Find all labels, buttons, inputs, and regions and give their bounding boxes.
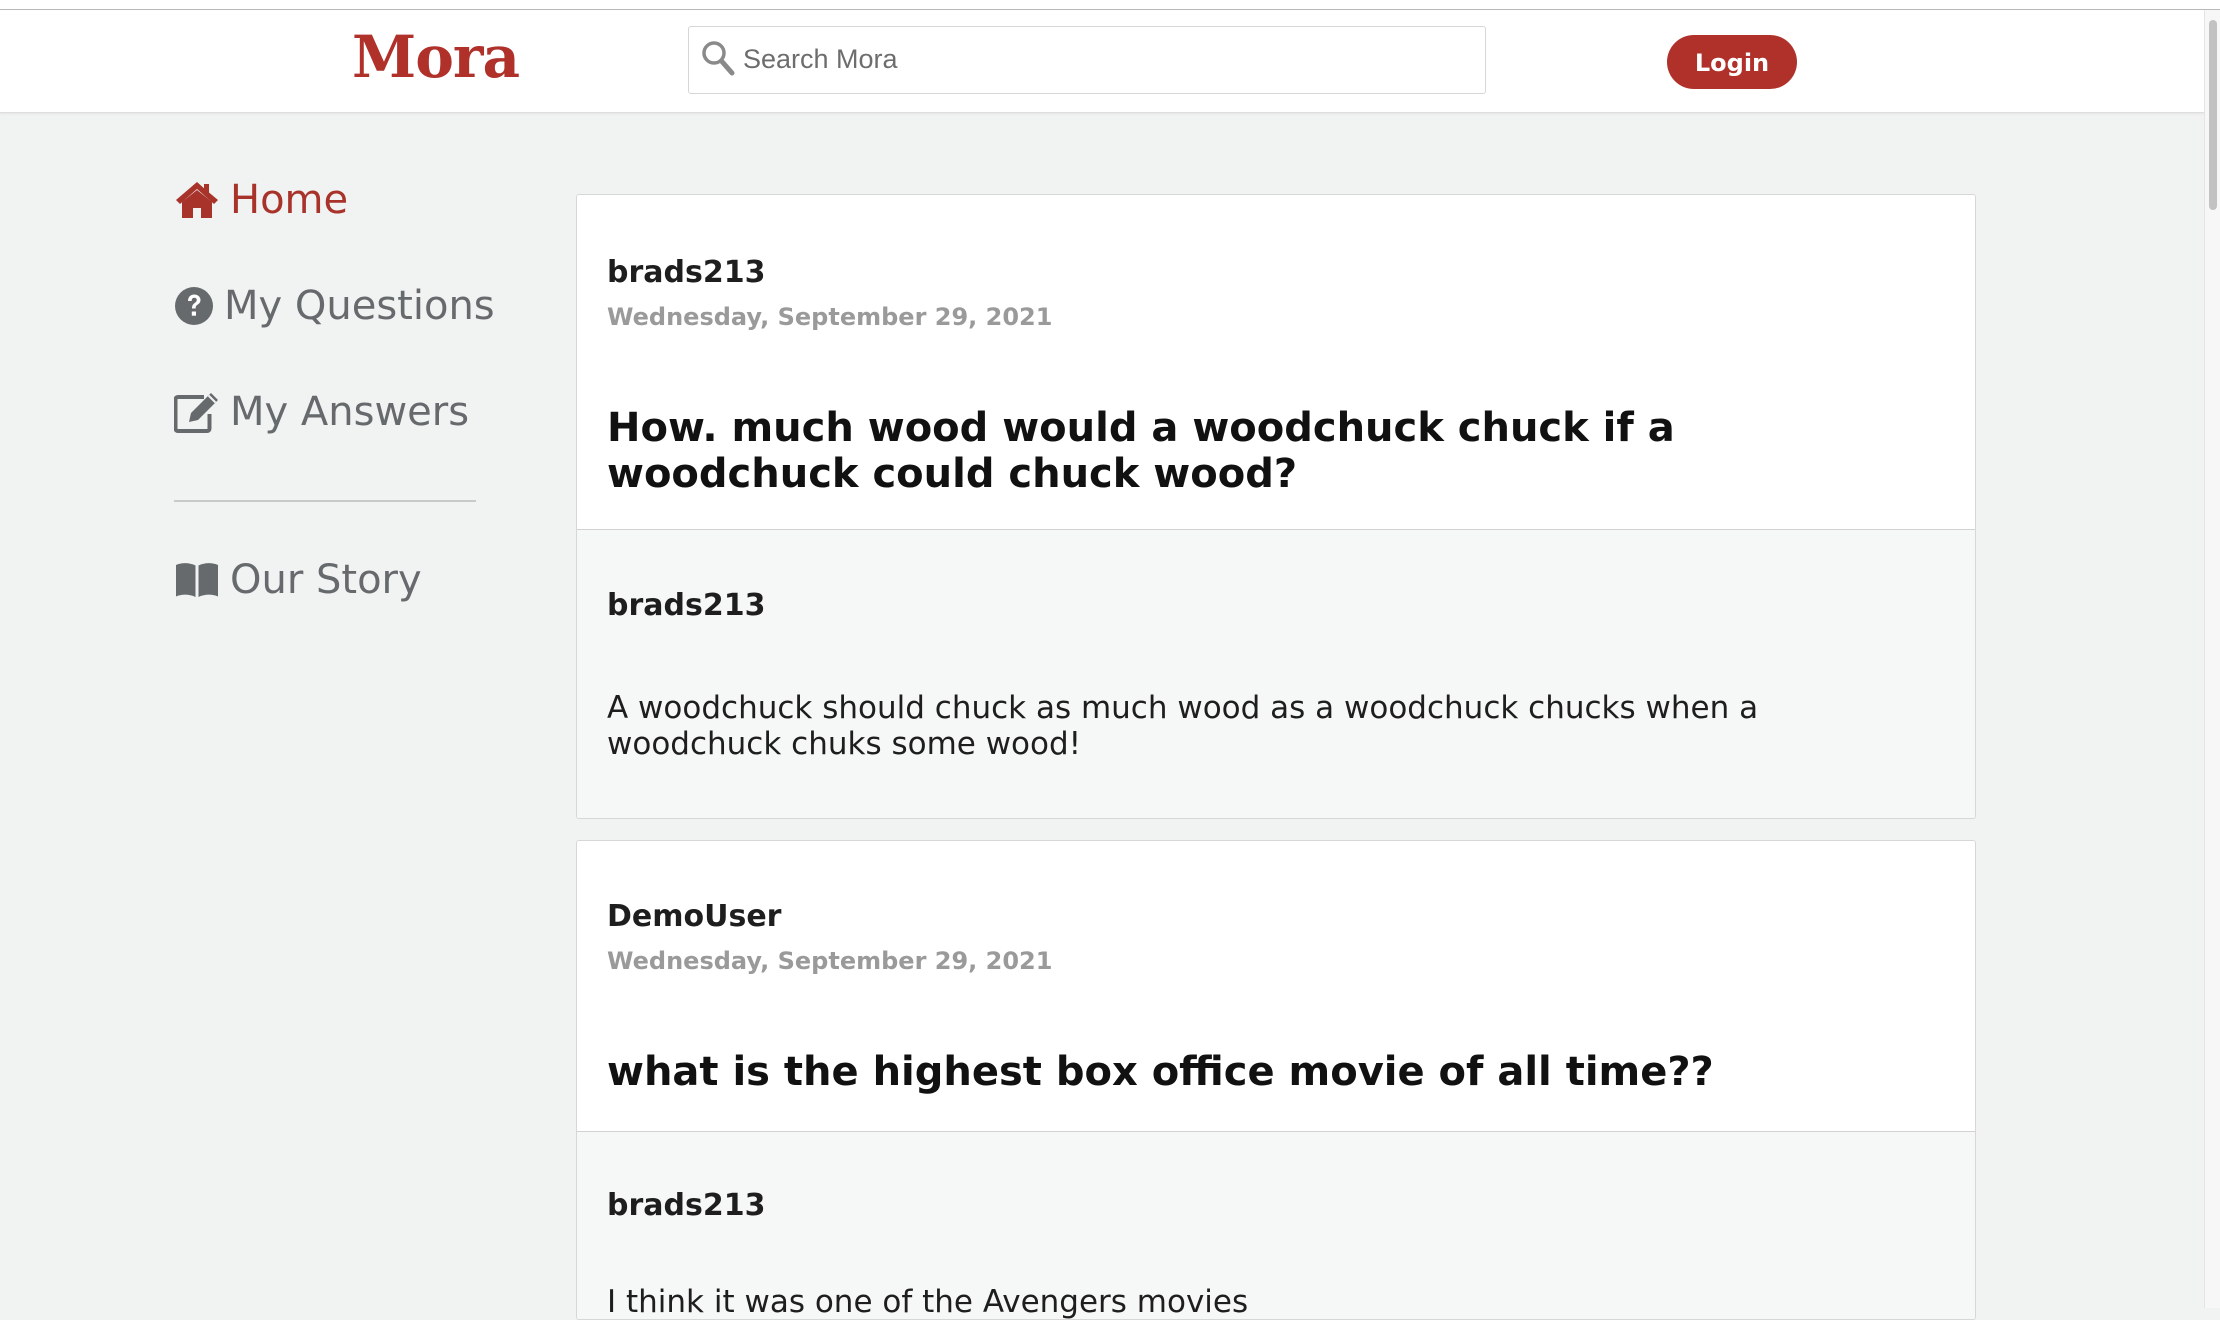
answer-author[interactable]: brads213: [607, 1188, 765, 1223]
question-date: Wednesday, September 29, 2021: [607, 303, 1053, 331]
browser-top-edge: [0, 0, 2220, 10]
page-scrollbar[interactable]: [2204, 10, 2220, 1308]
sidebar-item-our-story[interactable]: Our Story: [174, 550, 422, 610]
answer-body: A woodchuck should chuck as much wood as…: [607, 690, 1759, 762]
sidebar-item-label: Home: [230, 177, 349, 223]
answer-author[interactable]: brads213: [607, 588, 765, 623]
search-input[interactable]: [743, 27, 1463, 91]
question-author[interactable]: brads213: [607, 255, 765, 290]
search-icon: [702, 41, 735, 76]
scrollbar-thumb[interactable]: [2209, 20, 2217, 210]
question-title[interactable]: what is the highest box office movie of …: [607, 1049, 1907, 1095]
search-bar[interactable]: [688, 26, 1486, 94]
sidebar-item-label: Our Story: [230, 557, 422, 603]
sidebar-divider: [174, 500, 476, 502]
question-card: brads213 Wednesday, September 29, 2021 H…: [576, 194, 1976, 819]
logo[interactable]: Mora: [352, 23, 520, 91]
question-title[interactable]: How. much wood would a woodchuck chuck i…: [607, 405, 1907, 497]
question-circle-icon: [175, 287, 213, 325]
answer-section: brads213 A woodchuck should chuck as muc…: [577, 530, 1975, 818]
sidebar-item-my-questions[interactable]: My Questions: [174, 276, 495, 336]
login-button[interactable]: Login: [1667, 35, 1797, 89]
home-icon: [176, 182, 218, 218]
question-date: Wednesday, September 29, 2021: [607, 947, 1053, 975]
book-icon: [176, 563, 218, 597]
question-card: DemoUser Wednesday, September 29, 2021 w…: [576, 840, 1976, 1320]
answer-body: I think it was one of the Avengers movie…: [607, 1284, 1249, 1320]
sidebar-item-home[interactable]: Home: [174, 170, 348, 230]
top-navbar: Mora Login: [0, 10, 2204, 113]
edit-icon: [174, 393, 218, 433]
sidebar-item-label: My Answers: [230, 389, 470, 435]
question-section: brads213 Wednesday, September 29, 2021 H…: [577, 195, 1975, 530]
question-section: DemoUser Wednesday, September 29, 2021 w…: [577, 841, 1975, 1132]
answer-section: brads213 I think it was one of the Aveng…: [577, 1132, 1975, 1320]
question-author[interactable]: DemoUser: [607, 899, 781, 934]
sidebar-item-my-answers[interactable]: My Answers: [174, 382, 469, 442]
sidebar-item-label: My Questions: [224, 283, 495, 329]
